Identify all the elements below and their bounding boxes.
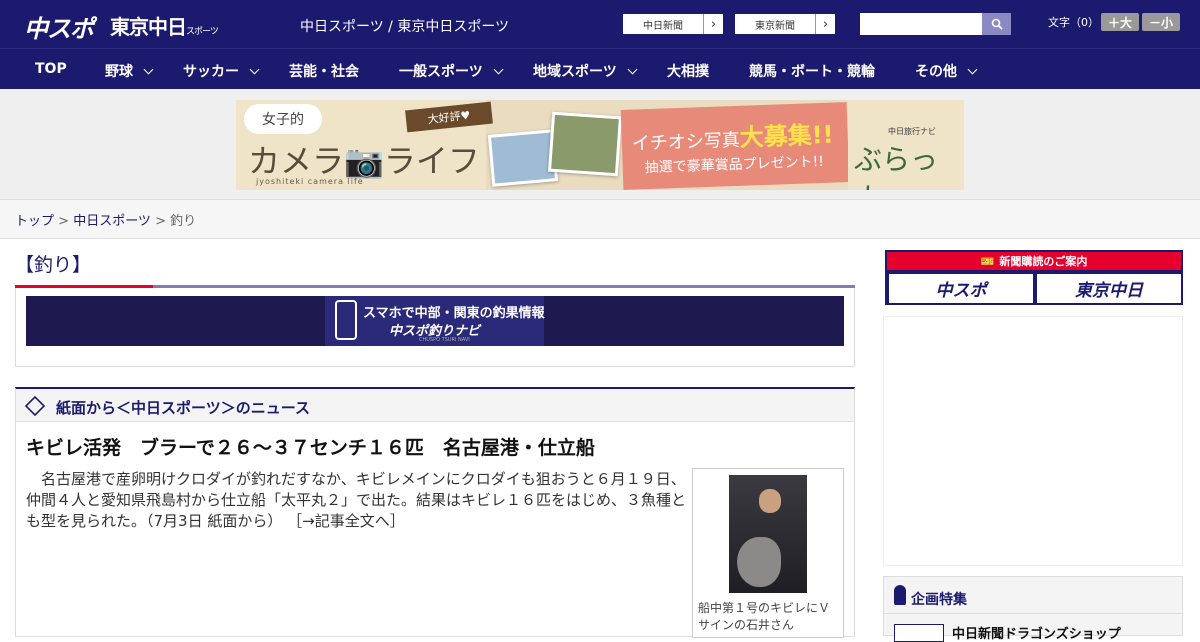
chunichi-shimbun-label: 中日新聞: [643, 20, 683, 32]
camera-life-ad-banner[interactable]: 女子的 カメラ📷ライフ jyoshiteki camera life 大好評♥ …: [236, 100, 964, 190]
award-icon: [894, 585, 906, 605]
tsuri-navi-banner[interactable]: スマホで中部・関東の釣果情報 中スポ釣りナビ CHUSPO TSURI NAVI: [26, 296, 844, 346]
news-section-title: 紙面から＜中日スポーツ＞のニュース: [56, 399, 310, 417]
chevron-right-icon: ›: [815, 14, 835, 34]
site-title: 中日スポーツ / 東京中日スポーツ: [300, 19, 510, 35]
nav-label: 野球: [105, 64, 133, 80]
nav-sumo[interactable]: 大相撲: [667, 61, 709, 81]
ad-joshi-bubble: 女子的: [244, 104, 322, 134]
search-button[interactable]: [982, 13, 1011, 35]
nav-label: その他: [915, 64, 957, 80]
subscription-header: 🎫 新聞購読のご案内: [887, 252, 1181, 270]
nav-label: 芸能・社会: [289, 64, 359, 80]
smartphone-icon: [335, 300, 357, 340]
subscribe-chuspo-button[interactable]: 中スポ: [889, 274, 1033, 303]
news-section-header: 紙面から＜中日スポーツ＞のニュース: [16, 389, 854, 422]
chunichi-shimbun-button[interactable]: 中日新聞 ›: [622, 13, 724, 35]
news-photo[interactable]: [729, 475, 807, 593]
read-more-link[interactable]: ［→記事全文へ］: [287, 512, 405, 530]
tokyo-chunichi-logo[interactable]: 東京中日スポーツ: [110, 11, 219, 40]
ad-pink-panel: イチオシ写真大募集!! 抽選で豪華賞品プレゼント!!: [620, 102, 850, 190]
chevron-down-icon: [493, 64, 504, 74]
nav-racing[interactable]: 競馬・ボート・競輪: [749, 61, 875, 81]
breadcrumb-current: 釣り: [170, 214, 197, 229]
app-banner-line3: CHUSPO TSURI NAVI: [419, 337, 470, 343]
ad-photo: [547, 111, 623, 177]
news-headline[interactable]: キビレ活発 ブラーで２６～３７センチ１６匹 名古屋港・仕立船: [26, 433, 595, 460]
nav-baseball[interactable]: 野球: [105, 61, 154, 81]
font-size-label: 文字（0）: [1048, 16, 1099, 29]
feature-title: 企画特集: [911, 592, 967, 608]
subscription-box: 🎫 新聞購読のご案内 中スポ 東京中日: [885, 250, 1183, 305]
photo-caption: 船中第１号のキビレにＶサインの石井さん: [698, 601, 831, 632]
chevron-down-icon: [143, 64, 154, 74]
tokyo-shimbun-label: 東京新聞: [755, 20, 795, 32]
ad-sub-text: jyoshiteki camera life: [256, 177, 364, 186]
photo-fish: [737, 537, 781, 587]
nav-label: TOP: [35, 61, 67, 77]
sidebar-ad[interactable]: [883, 316, 1183, 566]
feature-item[interactable]: 中日新聞ドラゴンズショップ: [894, 623, 1121, 642]
tsuri-navi-inner: スマホで中部・関東の釣果情報 中スポ釣りナビ CHUSPO TSURI NAVI: [325, 296, 545, 346]
ad-right-big: ぶらっ人: [854, 143, 939, 190]
feature-box: 企画特集 中日新聞ドラゴンズショップ: [883, 576, 1183, 642]
nav-soccer[interactable]: サッカー: [183, 61, 260, 81]
breadcrumb-sep: >: [54, 214, 74, 229]
nav-label: サッカー: [183, 64, 239, 80]
nav-entertainment[interactable]: 芸能・社会: [289, 61, 359, 81]
ad-headline-b: 大募集!!: [739, 120, 835, 152]
ad-photo: [487, 129, 559, 187]
main-nav: TOP 野球 サッカー 芸能・社会 一般スポーツ 地域スポーツ 大相撲 競馬・ボ…: [0, 48, 1200, 89]
ad-headline-a: イチオシ写真: [631, 129, 741, 155]
subscription-header-text: 新聞購読のご案内: [999, 255, 1088, 268]
ad-right-panel: 中日旅行ナビ ぶらっ人: [848, 100, 964, 190]
chuspo-logo[interactable]: 中スポ: [24, 9, 94, 44]
ad-right-small: 中日旅行ナビ: [888, 127, 936, 136]
breadcrumb-bar: トップ > 中日スポーツ > 釣り: [0, 200, 1200, 239]
feature-header: 企画特集: [884, 577, 1182, 614]
nav-other[interactable]: その他: [915, 61, 978, 81]
search-icon: [991, 18, 1003, 30]
breadcrumb-chunichi-link[interactable]: 中日スポーツ: [73, 214, 151, 229]
tokyo-shimbun-button[interactable]: 東京新聞 ›: [734, 13, 836, 35]
tokyo-logo-text: 東京中日: [110, 15, 187, 39]
app-banner-line1: スマホで中部・関東の釣果情報: [363, 306, 545, 321]
ad-headline: イチオシ写真大募集!!: [631, 115, 835, 157]
breadcrumb-top-link[interactable]: トップ: [15, 214, 54, 229]
ticket-icon: 🎫: [980, 254, 995, 268]
tokyo-logo-small: スポーツ: [186, 27, 219, 37]
nav-label: 大相撲: [667, 64, 709, 80]
header-bar: 中スポ 東京中日スポーツ 中日スポーツ / 東京中日スポーツ 中日新聞 › 東京…: [0, 0, 1200, 48]
photo-person-face: [759, 489, 781, 513]
ad-camera-life-title: カメラ📷ライフ: [248, 142, 480, 180]
nav-label: 地域スポーツ: [533, 64, 617, 80]
font-smaller-button[interactable]: －小: [1142, 13, 1180, 31]
chevron-down-icon: [967, 64, 978, 74]
nav-label: 一般スポーツ: [399, 64, 483, 80]
search-input[interactable]: [860, 13, 982, 35]
news-section: 紙面から＜中日スポーツ＞のニュース キビレ活発 ブラーで２６～３７センチ１６匹 …: [15, 387, 855, 638]
chevron-right-icon: ›: [703, 14, 723, 34]
ad-photo-collage: [486, 108, 626, 188]
app-banner-box: スマホで中部・関東の釣果情報 中スポ釣りナビ CHUSPO TSURI NAVI: [15, 288, 855, 367]
subscribe-tokyo-button[interactable]: 東京中日: [1037, 274, 1181, 303]
news-photo-box: 船中第１号のキビレにＶサインの石井さん: [692, 468, 844, 638]
nav-general-sports[interactable]: 一般スポーツ: [399, 61, 504, 81]
news-body: 名古屋港で産卵明けクロダイが釣れだすなか、キビレメインにクロダイも狙おうと６月１…: [26, 469, 686, 532]
chevron-down-icon: [627, 64, 638, 74]
banner-area: 女子的 カメラ📷ライフ jyoshiteki camera life 大好評♥ …: [0, 89, 1200, 200]
page-heading-area: 【釣り】: [15, 248, 855, 288]
newspaper-icon: [24, 395, 46, 417]
nav-label: 競馬・ボート・競輪: [749, 64, 875, 80]
breadcrumb-sep: >: [150, 214, 171, 229]
nav-top[interactable]: TOP: [35, 61, 67, 77]
chevron-down-icon: [249, 64, 260, 74]
feature-item-label: 中日新聞ドラゴンズショップ: [952, 627, 1121, 642]
breadcrumb: トップ > 中日スポーツ > 釣り: [15, 210, 196, 229]
nav-regional-sports[interactable]: 地域スポーツ: [533, 61, 638, 81]
feature-thumb: [894, 623, 944, 642]
page-title: 【釣り】: [15, 254, 92, 276]
font-larger-button[interactable]: ＋大: [1101, 13, 1139, 31]
